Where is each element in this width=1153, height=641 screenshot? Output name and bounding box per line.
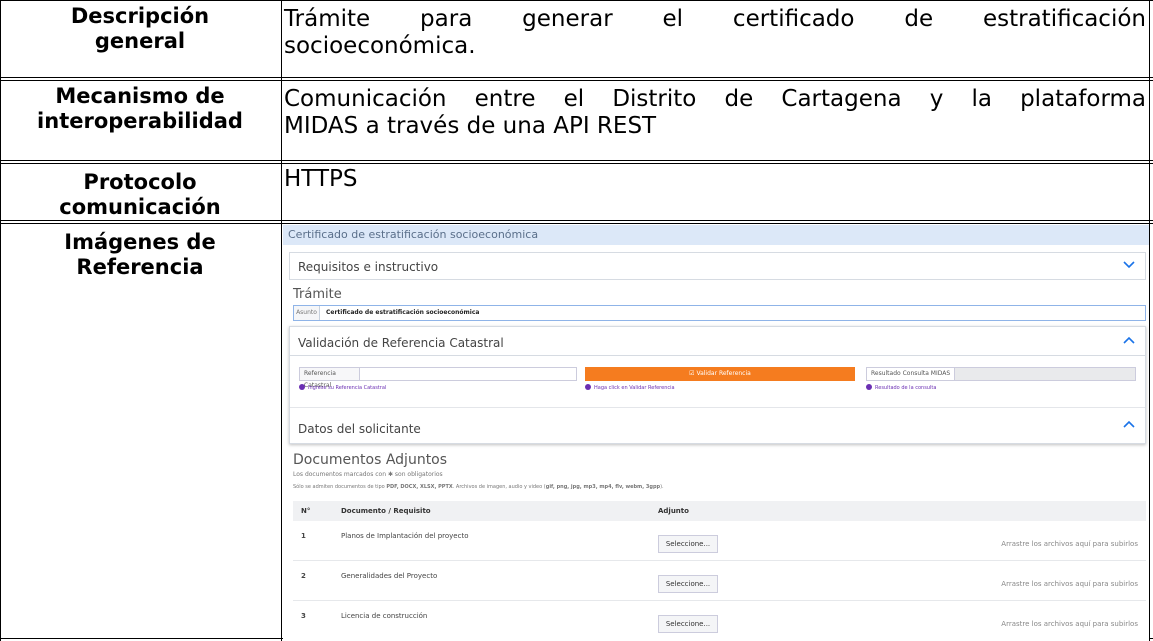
- value-descripcion-general: Trámite para generar el certificado de e…: [284, 6, 1146, 60]
- info-icon: [299, 384, 305, 390]
- referencia-catastral-input[interactable]: Referencia Catastral: [299, 367, 577, 389]
- validar-referencia-button[interactable]: ☑ Validar Referencia: [585, 367, 855, 381]
- referencia-catastral-label: Referencia Catastral: [300, 368, 360, 389]
- reference-screenshot: Certificado de estratificación socioecon…: [283, 225, 1149, 639]
- validar-button-label: Validar Referencia: [696, 370, 751, 377]
- types-suffix: ).: [660, 484, 664, 490]
- note-suffix: son obligatorios: [394, 471, 443, 478]
- row-number: 3: [301, 612, 306, 620]
- validar-hint-text: Haga click en Validar Referencia: [594, 385, 675, 391]
- label-line: Descripción: [70, 4, 210, 28]
- chevron-up-icon[interactable]: [1123, 420, 1135, 432]
- types-middle: . Archivos de imagen, audio y video (: [452, 484, 546, 490]
- obligatorios-note: Los documentos marcados con ✱ son obliga…: [293, 471, 443, 478]
- label-imagenes-referencia: Imágenes de Referencia: [0, 230, 280, 280]
- drop-zone-text[interactable]: Arrastre los archivos aquí para subirlos: [1001, 620, 1138, 628]
- value-line: MIDAS a través de una API REST: [284, 113, 657, 139]
- value-protocolo-comunicacion: HTTPS: [284, 166, 1146, 193]
- form-title-bar: Certificado de estratificación socioecon…: [283, 225, 1149, 245]
- chevron-up-icon[interactable]: [1123, 336, 1135, 348]
- row-divider-2b: [0, 163, 1153, 164]
- reference-document-table: Descripción general Trámite para generar…: [0, 0, 1153, 641]
- validacion-panel: Validación de Referencia Catastral Refer…: [289, 326, 1146, 444]
- row-document: Generalidades del Proyecto: [341, 572, 438, 580]
- select-file-button[interactable]: Seleccione...: [658, 615, 718, 633]
- datos-solicitante-label: Datos del solicitante: [298, 422, 421, 436]
- value-line: socioeconómica.: [284, 33, 476, 59]
- label-mecanismo-interoperabilidad: Mecanismo de interoperabilidad: [0, 84, 280, 134]
- resultado-hint-text: Resultado de la consulta: [875, 385, 937, 391]
- table-row: 1 Planos de Implantación del proyecto Se…: [293, 521, 1146, 561]
- label-protocolo-comunicacion: Protocolo comunicación: [0, 170, 280, 220]
- row-divider-1b: [0, 80, 1153, 81]
- row-number: 1: [301, 532, 306, 540]
- value-line: Trámite para generar el certificado de e…: [284, 6, 1146, 32]
- label-line: Mecanismo de: [55, 84, 225, 108]
- label-line: Referencia: [76, 255, 204, 279]
- row-document: Licencia de construcción: [341, 612, 428, 620]
- table-row: 2 Generalidades del Proyecto Seleccione.…: [293, 561, 1146, 601]
- types-prefix: Sólo se admiten documentos de tipo: [293, 484, 385, 490]
- value-mecanismo-interoperabilidad: Comunicación entre el Distrito de Cartag…: [284, 86, 1146, 140]
- referencia-hint: Ingrese su Referencia Catastral: [299, 384, 386, 392]
- info-icon: [866, 384, 872, 390]
- types-office: PDF, DOCX, XLSX, PPTX: [386, 484, 453, 490]
- row-divider-2: [0, 160, 1153, 161]
- table-border-right: [1149, 0, 1150, 641]
- note-prefix: Los documentos marcados con: [293, 471, 387, 478]
- table-border-top: [0, 0, 1153, 1]
- row-number: 2: [301, 572, 306, 580]
- table-row: 3 Licencia de construcción Seleccione...…: [293, 601, 1146, 639]
- tramite-heading: Trámite: [293, 287, 342, 302]
- label-descripcion-general: Descripción general: [0, 4, 280, 54]
- types-media: gif, png, jpg, mp3, mp4, flv, webm, 3gpp: [545, 484, 661, 490]
- label-line: Protocolo: [83, 170, 197, 194]
- chevron-down-icon[interactable]: [1123, 261, 1135, 273]
- asunto-focus-ring: [293, 305, 1146, 321]
- resultado-label: Resultado Consulta MIDAS: [867, 368, 955, 380]
- header-adjunto: Adjunto: [658, 507, 689, 515]
- value-line: Comunicación entre el Distrito de Cartag…: [284, 86, 1146, 112]
- file-types-note: Sólo se admiten documentos de tipo PDF, …: [293, 484, 664, 490]
- resultado-consulta-field: Resultado Consulta MIDAS: [866, 367, 1136, 381]
- documents-table-header: N° Documento / Requisito Adjunto: [293, 501, 1146, 521]
- validacion-label: Validación de Referencia Catastral: [298, 336, 504, 350]
- drop-zone-text[interactable]: Arrastre los archivos aquí para subirlos: [1001, 540, 1138, 548]
- referencia-hint-text: Ingrese su Referencia Catastral: [308, 385, 387, 391]
- documentos-adjuntos-heading: Documentos Adjuntos: [293, 452, 448, 468]
- required-star-icon: ✱: [387, 471, 393, 478]
- label-line: interoperabilidad: [37, 109, 243, 133]
- resultado-hint: Resultado de la consulta: [866, 384, 936, 392]
- row-divider-1: [0, 77, 1153, 78]
- header-documento: Documento / Requisito: [341, 507, 431, 515]
- requisitos-label: Requisitos e instructivo: [298, 260, 439, 274]
- label-line: comunicación: [59, 195, 221, 219]
- select-file-button[interactable]: Seleccione...: [658, 535, 718, 553]
- panel-divider: [290, 407, 1145, 408]
- requisitos-panel[interactable]: Requisitos e instructivo: [289, 252, 1146, 280]
- value-line: HTTPS: [284, 166, 358, 192]
- label-line: Imágenes de: [64, 230, 216, 254]
- panel-divider: [290, 355, 1145, 356]
- row-divider-3b: [0, 223, 1153, 224]
- column-divider: [281, 0, 282, 641]
- label-line: general: [94, 29, 186, 53]
- info-icon: [585, 384, 591, 390]
- header-numero: N°: [301, 507, 311, 515]
- row-document: Planos de Implantación del proyecto: [341, 532, 469, 540]
- row-divider-3: [0, 220, 1153, 221]
- validar-hint: Haga click en Validar Referencia: [585, 384, 675, 392]
- drop-zone-text[interactable]: Arrastre los archivos aquí para subirlos: [1001, 580, 1138, 588]
- select-file-button[interactable]: Seleccione...: [658, 575, 718, 593]
